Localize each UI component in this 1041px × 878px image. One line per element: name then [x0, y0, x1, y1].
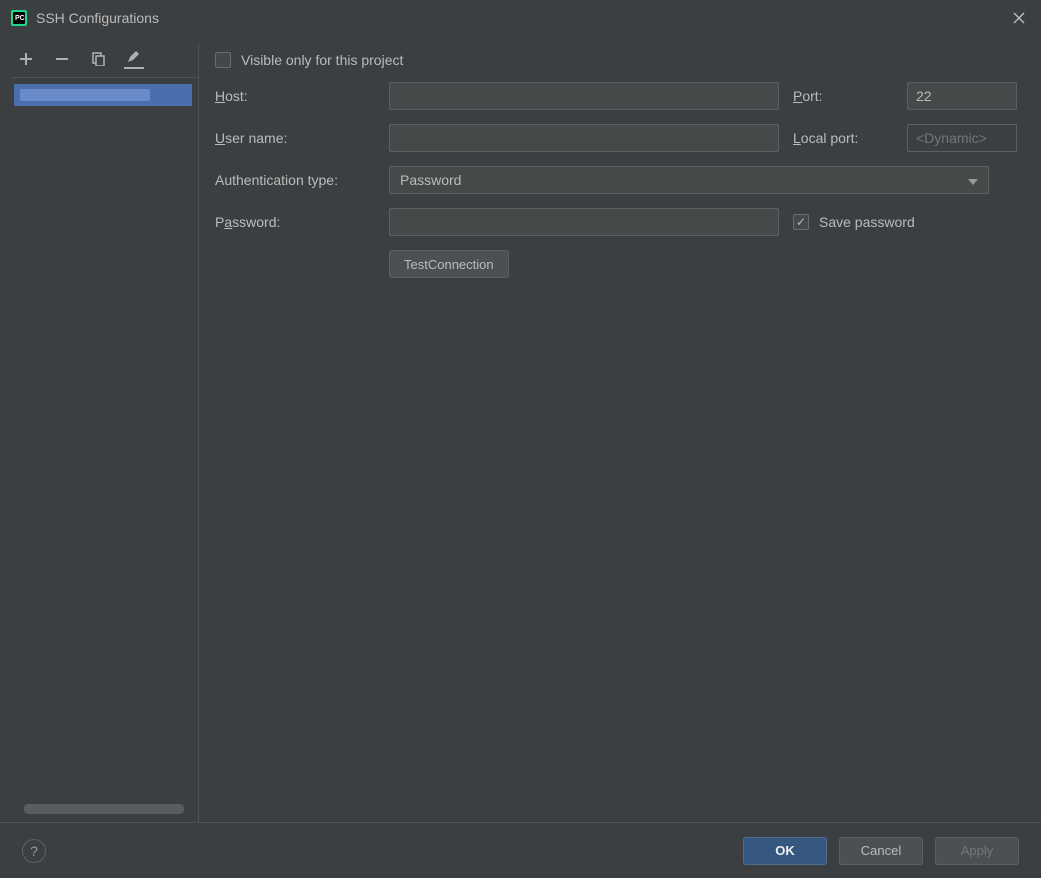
- authtype-value: Password: [400, 172, 461, 188]
- close-icon: [1013, 12, 1025, 24]
- cancel-button[interactable]: Cancel: [839, 837, 923, 865]
- port-input[interactable]: [907, 82, 1017, 110]
- config-form: Visible only for this project Host: Port…: [199, 44, 1041, 822]
- help-icon: ?: [30, 843, 38, 859]
- authtype-label: Authentication type:: [215, 172, 375, 188]
- password-label: Password:: [215, 214, 375, 230]
- checkbox-box-icon: [215, 52, 231, 68]
- plus-icon: [19, 52, 33, 66]
- edit-button[interactable]: [124, 49, 144, 69]
- window-title: SSH Configurations: [36, 10, 159, 26]
- close-button[interactable]: [1007, 6, 1031, 30]
- config-list[interactable]: [14, 84, 198, 822]
- copy-button[interactable]: [88, 49, 108, 69]
- port-label: Port:: [793, 88, 893, 104]
- host-label: Host:: [215, 88, 375, 104]
- list-item-label: [20, 89, 150, 101]
- remove-button[interactable]: [52, 49, 72, 69]
- username-input[interactable]: [389, 124, 779, 152]
- password-input[interactable]: [389, 208, 779, 236]
- titlebar: PC SSH Configurations: [0, 0, 1041, 36]
- svg-text:PC: PC: [15, 15, 25, 22]
- main: Visible only for this project Host: Port…: [0, 36, 1041, 822]
- test-connection-button[interactable]: Test Connection: [389, 250, 509, 278]
- localport-label: Local port:: [793, 130, 893, 146]
- username-label: User name:: [215, 130, 375, 146]
- copy-icon: [91, 52, 105, 66]
- pencil-icon: [127, 51, 141, 63]
- authtype-select[interactable]: Password: [389, 166, 989, 194]
- app-icon: PC: [10, 9, 28, 27]
- minus-icon: [55, 52, 69, 66]
- visible-only-checkbox[interactable]: Visible only for this project: [215, 52, 1017, 68]
- host-input[interactable]: [389, 82, 779, 110]
- list-item[interactable]: [14, 84, 192, 106]
- add-button[interactable]: [16, 49, 36, 69]
- localport-input[interactable]: [907, 124, 1017, 152]
- save-password-label: Save password: [819, 214, 915, 230]
- apply-button[interactable]: Apply: [935, 837, 1019, 865]
- ok-button[interactable]: OK: [743, 837, 827, 865]
- checkbox-box-icon: [793, 214, 809, 230]
- sidebar: [0, 44, 199, 822]
- horizontal-scrollbar[interactable]: [24, 804, 184, 814]
- footer: ? OK Cancel Apply: [0, 822, 1041, 878]
- save-password-checkbox[interactable]: Save password: [793, 214, 993, 230]
- visible-only-label: Visible only for this project: [241, 52, 403, 68]
- help-button[interactable]: ?: [22, 839, 46, 863]
- sidebar-toolbar: [12, 44, 198, 78]
- chevron-down-icon: [968, 172, 978, 188]
